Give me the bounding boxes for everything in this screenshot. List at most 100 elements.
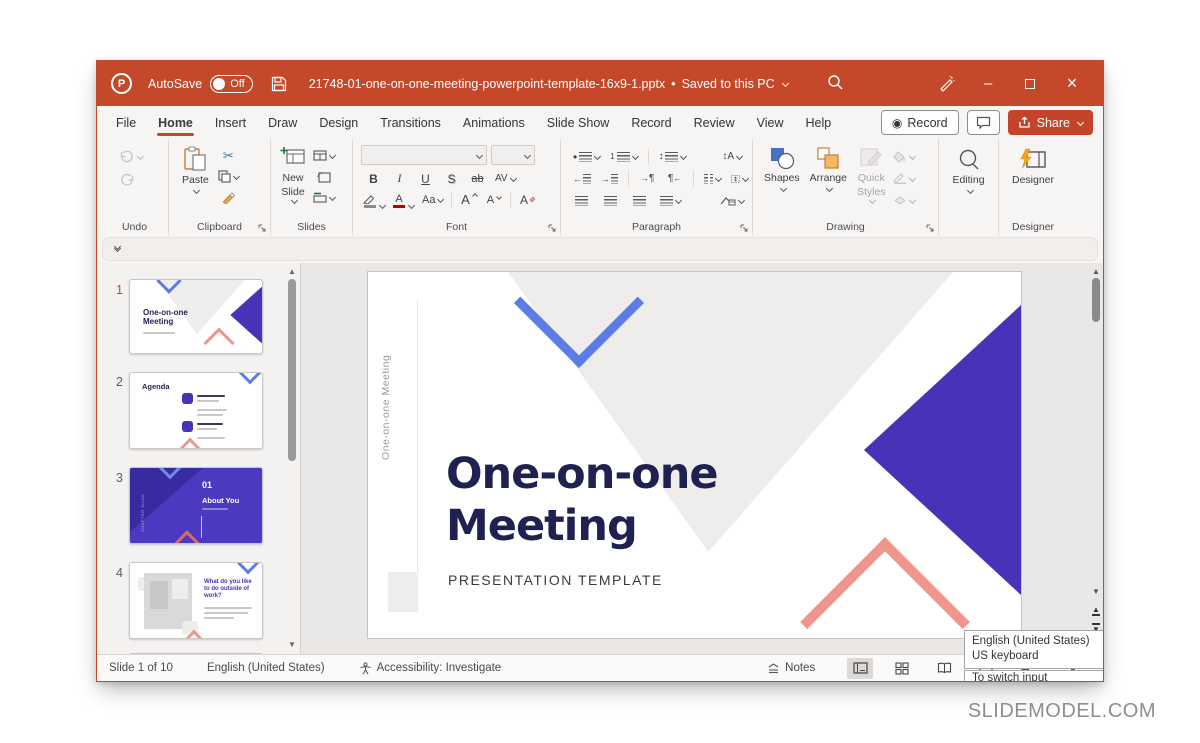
pen-input-icon[interactable] <box>925 61 967 106</box>
font-dialog-launcher[interactable] <box>548 224 556 232</box>
text-shadow-button[interactable]: S <box>443 170 460 187</box>
shape-effects-button[interactable] <box>893 192 915 209</box>
normal-view-button[interactable] <box>847 658 873 679</box>
scroll-up-icon[interactable]: ▲ <box>286 267 298 277</box>
scroll-down-icon[interactable]: ▼ <box>1090 587 1102 597</box>
tab-record[interactable]: Record <box>620 108 682 138</box>
notes-button[interactable]: Notes <box>767 662 815 674</box>
paste-button[interactable]: Paste <box>179 144 212 206</box>
editing-button[interactable]: Editing <box>943 146 994 195</box>
tab-help[interactable]: Help <box>794 108 842 138</box>
arrange-button[interactable]: Arrange <box>807 144 850 209</box>
autosave-toggle[interactable]: Off <box>210 75 252 93</box>
reading-view-button[interactable] <box>931 658 957 679</box>
italic-button[interactable]: I <box>391 170 408 187</box>
tab-view[interactable]: View <box>746 108 795 138</box>
line-spacing-list-button[interactable]: ↕ <box>659 148 686 165</box>
record-button[interactable]: ◉ Record <box>881 110 959 135</box>
thumbnails-scrollbar[interactable]: ▲ ▼ <box>286 263 298 654</box>
language-indicator[interactable]: English (United States) <box>207 662 325 674</box>
hide-ribbon-icon[interactable] <box>115 247 120 251</box>
scroll-down-icon[interactable]: ▼ <box>286 640 298 650</box>
decrease-indent-button[interactable]: ← <box>573 170 591 187</box>
text-highlight-button[interactable] <box>363 194 376 208</box>
shape-fill-button[interactable] <box>893 148 915 165</box>
drawing-dialog-launcher[interactable] <box>926 224 934 232</box>
slide-layout-button[interactable] <box>313 147 335 164</box>
undo-button[interactable] <box>119 148 143 165</box>
search-button[interactable] <box>827 74 844 91</box>
justify-button[interactable] <box>660 192 681 209</box>
section-button[interactable] <box>313 189 335 206</box>
strikethrough-button[interactable]: ab <box>469 170 486 187</box>
text-direction-button[interactable]: ↕A <box>722 148 742 165</box>
quick-styles-button[interactable]: Quick Styles <box>854 144 889 209</box>
tab-review[interactable]: Review <box>683 108 746 138</box>
tab-file[interactable]: File <box>105 108 147 138</box>
tab-design[interactable]: Design <box>308 108 369 138</box>
pink-chevron-shape[interactable] <box>800 537 970 639</box>
maximize-button[interactable] <box>1009 61 1051 106</box>
tab-home[interactable]: Home <box>147 108 204 138</box>
scroll-up-icon[interactable]: ▲ <box>1090 267 1102 277</box>
save-button[interactable] <box>271 76 287 92</box>
convert-to-smartart-button[interactable] <box>720 192 744 209</box>
slide-thumbnail-2[interactable]: Agenda <box>129 372 263 449</box>
copy-button[interactable] <box>218 168 239 185</box>
cut-button[interactable]: ✂ <box>218 147 239 164</box>
clear-formatting-button[interactable]: A <box>519 191 536 208</box>
font-name-combobox[interactable] <box>361 145 487 165</box>
clipboard-dialog-launcher[interactable] <box>258 224 266 232</box>
vertical-divider-line[interactable] <box>417 300 418 590</box>
canvas-scrollbar[interactable]: ▲ ▼ ▲ ▼ <box>1090 263 1102 654</box>
paragraph-dialog-launcher[interactable] <box>740 224 748 232</box>
tab-transitions[interactable]: Transitions <box>369 108 452 138</box>
tab-draw[interactable]: Draw <box>257 108 308 138</box>
increase-indent-button[interactable]: → <box>601 170 619 187</box>
corner-gray-block[interactable] <box>388 572 418 612</box>
underline-button[interactable]: U <box>417 170 434 187</box>
bullets-button[interactable]: • <box>573 148 600 165</box>
tab-animations[interactable]: Animations <box>452 108 536 138</box>
close-button[interactable]: × <box>1051 61 1093 106</box>
ltr-button[interactable]: →¶ <box>639 170 656 187</box>
slide-subtitle[interactable]: PRESENTATION TEMPLATE <box>448 572 663 588</box>
increase-font-size-button[interactable]: A <box>460 191 477 208</box>
numbering-button[interactable]: 1 <box>610 148 637 165</box>
slide-canvas[interactable]: One-on-one Meeting One-on-one Meeting PR… <box>301 263 1103 654</box>
shapes-button[interactable]: Shapes <box>761 144 803 209</box>
accessibility-checker[interactable]: Accessibility: Investigate <box>359 662 502 675</box>
bold-button[interactable]: B <box>365 170 382 187</box>
align-text-button[interactable] <box>731 170 748 187</box>
tab-slide-show[interactable]: Slide Show <box>536 108 621 138</box>
document-title[interactable]: 21748-01-one-on-one-meeting-powerpoint-t… <box>309 77 788 91</box>
reset-slide-button[interactable] <box>313 168 335 185</box>
change-case-button[interactable]: Aa <box>422 191 443 208</box>
slide-indicator[interactable]: Slide 1 of 10 <box>109 662 173 674</box>
canvas-scrollbar-thumb[interactable] <box>1092 278 1100 322</box>
format-painter-button[interactable] <box>218 189 239 206</box>
shape-outline-button[interactable] <box>893 170 915 187</box>
slide-editor[interactable]: One-on-one Meeting One-on-one Meeting PR… <box>367 271 1022 639</box>
align-left-button[interactable] <box>573 192 590 209</box>
slide-title[interactable]: One-on-one Meeting <box>446 448 718 552</box>
previous-slide-button[interactable]: ▲ <box>1090 605 1102 616</box>
new-slide-button[interactable]: New Slide <box>277 144 309 206</box>
tab-insert[interactable]: Insert <box>204 108 257 138</box>
font-color-button[interactable]: A <box>393 194 405 208</box>
character-spacing-button[interactable]: AV <box>495 170 516 187</box>
align-center-button[interactable] <box>602 192 619 209</box>
thumbnails-scrollbar-thumb[interactable] <box>288 279 296 461</box>
redo-button[interactable] <box>119 171 136 188</box>
slide-sorter-view-button[interactable] <box>889 658 915 679</box>
slide-thumbnail-4[interactable]: What do you like to do outside of work? <box>129 562 263 639</box>
slide-thumbnail-3[interactable]: CHAPTER SLIDE 01 About You <box>129 467 263 544</box>
align-right-button[interactable] <box>631 192 648 209</box>
designer-button[interactable]: Designer <box>1003 146 1063 188</box>
rtl-button[interactable]: ¶← <box>666 170 683 187</box>
decrease-font-size-button[interactable]: A <box>485 191 502 208</box>
font-size-combobox[interactable] <box>491 145 535 165</box>
slide-vertical-text[interactable]: One-on-one Meeting <box>380 300 392 460</box>
comments-button[interactable] <box>967 110 1000 135</box>
share-button[interactable]: Share <box>1008 110 1093 135</box>
